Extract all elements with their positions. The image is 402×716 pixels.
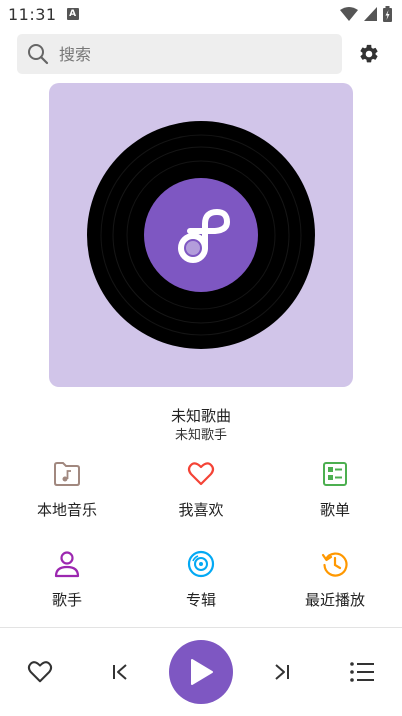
grid-label-favorites: 我喜欢 <box>178 501 224 519</box>
history-icon <box>321 552 348 577</box>
disc-icon <box>187 550 215 578</box>
vinyl-record <box>87 121 315 349</box>
play-icon <box>191 659 213 685</box>
heart-outline-icon <box>27 661 53 683</box>
signal-icon <box>364 7 377 21</box>
grid-item-recent[interactable]: 最近播放 <box>268 548 402 618</box>
person-icon <box>54 551 80 578</box>
grid-label-playlists: 歌单 <box>319 501 350 519</box>
grid-item-playlists[interactable]: 歌单 <box>268 458 402 528</box>
settings-button[interactable] <box>350 34 389 74</box>
gear-icon <box>360 44 378 63</box>
next-button[interactable] <box>266 656 298 688</box>
grid-item-artists[interactable]: 歌手 <box>0 548 134 618</box>
queue-button[interactable] <box>346 656 378 688</box>
player-bar <box>0 628 402 716</box>
heart-icon <box>187 462 215 486</box>
grid-label-artists: 歌手 <box>51 591 82 609</box>
battery-icon <box>383 6 392 22</box>
album-cover[interactable] <box>49 83 353 387</box>
search-row <box>17 34 389 74</box>
play-button[interactable] <box>169 640 233 704</box>
search-icon <box>28 44 49 65</box>
search-input[interactable] <box>57 43 321 65</box>
previous-button[interactable] <box>104 656 136 688</box>
folder-music-icon <box>54 462 80 486</box>
grid-label-recent: 最近播放 <box>304 591 365 609</box>
song-info: 未知歌曲 未知歌手 <box>0 405 402 445</box>
wifi-icon <box>340 7 358 21</box>
grid-label-local-music: 本地音乐 <box>36 501 97 519</box>
music-app-screen: 11:31 A 搜索 未知歌曲 未知歌手 本地音乐 我喜欢 歌单 歌手 专辑 最… <box>0 0 402 716</box>
song-title: 未知歌曲 <box>170 407 231 425</box>
song-artist: 未知歌手 <box>174 428 227 443</box>
grid-item-albums[interactable]: 专辑 <box>134 548 268 618</box>
status-time: 11:31 <box>8 4 57 24</box>
skip-next-icon <box>275 664 289 680</box>
grid-item-local-music[interactable]: 本地音乐 <box>0 458 134 528</box>
status-bar: 11:31 A <box>0 0 402 28</box>
favorite-button[interactable] <box>24 656 56 688</box>
grid-label-albums: 专辑 <box>185 591 216 609</box>
list-icon <box>350 662 374 682</box>
search-bar[interactable] <box>17 34 342 74</box>
grid-item-favorites[interactable]: 我喜欢 <box>134 458 268 528</box>
playlist-icon <box>323 462 347 486</box>
notification-icon: A <box>66 8 79 20</box>
skip-previous-icon <box>113 664 127 680</box>
